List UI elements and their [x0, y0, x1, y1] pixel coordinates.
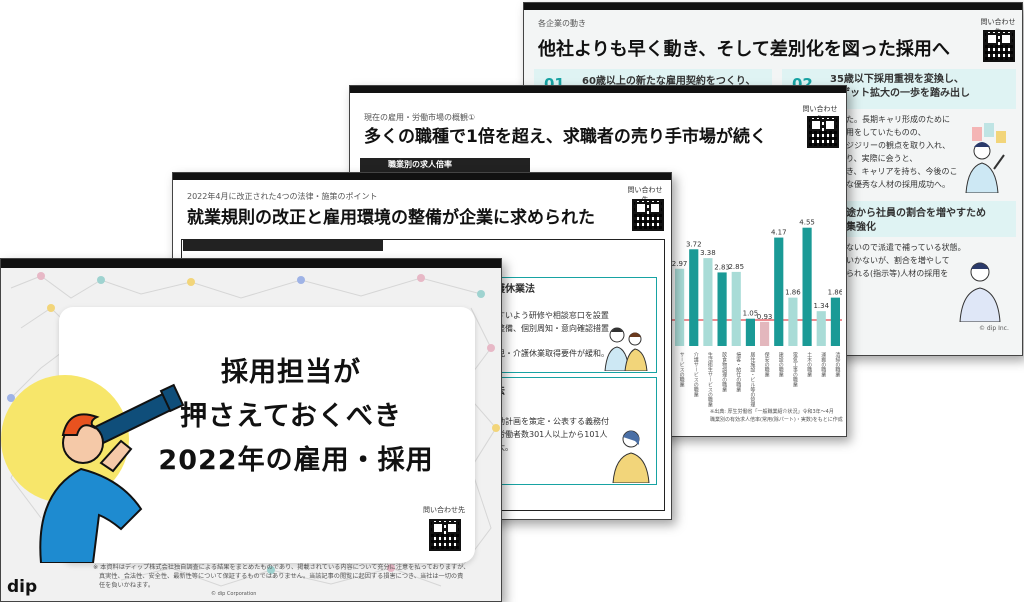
bar-category-label: 電気工事の職業 — [792, 352, 798, 388]
woman-phone-illustration — [612, 430, 650, 483]
bar — [703, 258, 713, 346]
bar-category-label: 飲食物調理の職業 — [721, 351, 727, 393]
slide-crumb: 各企業の動き — [538, 19, 586, 28]
cover-slide: 採用担当が 押さえておくべき 2022年の雇用・採用 問い合わせ先 dip ※ … — [0, 258, 502, 602]
slide-topbar — [350, 86, 846, 93]
panel-02-heading-1: 35歳以下採用重視を変換し、 — [830, 74, 964, 85]
law-box-1-line: やすいよう研修や相談窓口を設置 — [489, 311, 609, 320]
bar — [788, 297, 798, 346]
panel-02-line: ジジリーの観点を取り入れ、 — [846, 141, 951, 150]
bar-category-label: 建設の職業 — [778, 351, 784, 378]
bar-category-label: 生活衛生サービスの職業 — [707, 351, 713, 408]
bar-value-label: 0.93 — [757, 313, 773, 321]
bar-category-label: 保安の職業 — [764, 351, 770, 378]
couple-illustration — [604, 327, 648, 371]
bar-category-label: サービスの職業 — [679, 352, 685, 388]
bar-category-label: 運搬の職業 — [820, 352, 826, 378]
slide-topbar — [173, 173, 671, 180]
panel-02-line: た。長期キャリ形成のために — [846, 115, 950, 124]
job-ratio-bar-chart: 2.97 サービスの職業 3.72 介護サービスの職業 3.38 生活衛生サービスの職業 2… — [672, 219, 842, 408]
cover-disclaimer-1: ※ 本資料はディップ株式会社独自調査による結果をまとめたものであり、掲載されてい… — [93, 564, 470, 571]
slide-title: 他社よりも早く動き、そして差別化を図った採用へ — [538, 39, 950, 60]
panel-02-line: き、キャリアを持ち、今後のこ — [846, 167, 958, 176]
panel-03-heading-2: 集強化 — [846, 222, 876, 233]
bar — [830, 297, 840, 346]
bar — [731, 271, 741, 346]
panel-02-line: 用をしていたものの、 — [846, 128, 926, 137]
panel-02-line: り、実際に会うと、 — [846, 154, 918, 163]
bar-value-label: 1.86 — [785, 289, 801, 297]
slide-title: 多くの職種で1倍を超え、求職者の売り手市場が続く — [364, 127, 767, 147]
cover-footer: © dip Corporation — [211, 591, 257, 597]
chart-area: 2.97 サービスの職業 3.72 介護サービスの職業 3.38 生活衛生サービスの職業 2… — [672, 188, 842, 418]
bar-value-label: 2.85 — [728, 263, 744, 271]
cover-disclaimer-2: 真実性、合法性、安全性、最新性等について保証するものではありません。当該記事の閲… — [99, 573, 464, 580]
qr-code-icon — [632, 199, 664, 231]
bar-value-label: 1.86 — [828, 289, 842, 297]
chart-subhead: 職業別の求人倍率 — [388, 160, 452, 169]
slide-topbar — [1, 259, 501, 268]
telescope-boy-illustration — [1, 375, 185, 563]
bar-category-label: 清掃の職業 — [834, 351, 840, 378]
chart-source-note-1: ※出典: 厚生労働省「一般職業紹介状況」令和3年～4月 — [710, 409, 834, 415]
panel-02-line: な優秀な人材の採用成功へ。 — [846, 180, 950, 189]
law-box-2-line: 行動計画を策定・公表する義務付 — [489, 417, 609, 426]
section-header-bar — [183, 239, 383, 251]
qr-code-icon — [429, 519, 461, 551]
law-box-2-line: る労働者数301人以上から101人 — [489, 430, 608, 439]
bar — [717, 272, 727, 346]
thinking-man-illustration — [959, 262, 1001, 322]
cover-disclaimer-3: 任を負いかねます。 — [99, 582, 155, 589]
panel-03-line: いかないが、割合を増やして — [846, 256, 950, 265]
bar-category-label: 介護サービスの職業 — [693, 352, 699, 398]
chart-subhead-bar: 職業別の求人倍率 — [360, 158, 530, 172]
bar-category-label: 土木の職業 — [806, 351, 812, 378]
bar — [675, 268, 685, 346]
chart-source-note-2: 職業別の有効求人倍率(常用(除パート)・実数)をもとに作成 — [710, 417, 843, 423]
bar-category-label: 居住施設・ビル等の管理 — [749, 352, 755, 407]
bar-value-label: 1.34 — [813, 302, 829, 310]
bar — [689, 249, 699, 346]
contact-label: 問い合わせ先 — [423, 506, 465, 514]
bar — [760, 321, 770, 346]
bar — [745, 318, 755, 346]
slide-title: 就業規則の改正と雇用環境の整備が企業に求められた — [187, 208, 595, 228]
bar-value-label: 4.55 — [799, 219, 815, 227]
slide-topbar — [524, 3, 1022, 10]
qr-code-icon — [807, 116, 839, 148]
panel-03-line: ないので派遣で補っている状態。 — [846, 243, 966, 252]
bar-value-label: 4.17 — [771, 229, 787, 237]
bar-value-label: 3.72 — [686, 240, 702, 248]
panel-03-line: られる(指示等)人材の採用を — [846, 269, 949, 278]
bar-category-label: 接客・給仕の職業 — [735, 351, 741, 393]
panel-02-heading-2: ーゲット拡大の一歩を踏み出し — [830, 88, 970, 99]
qr-code-icon — [983, 30, 1015, 62]
dip-logo: dip — [7, 577, 38, 597]
panel-03-heading-1: 途から社員の割合を増やすため — [846, 208, 986, 219]
bar — [802, 227, 812, 346]
law-box-1-line: 境整備、個別周知・意向確認措置 — [489, 324, 609, 333]
bar — [774, 237, 784, 346]
slide-footer: © dip Inc. — [979, 325, 1009, 332]
business-man-illustration — [965, 123, 1006, 193]
law-box-1-line: 育児・介護休業取得要件が緩和。 — [489, 349, 609, 358]
slide-crumb: 2022年4月に改正された4つの法律・施策のポイント — [187, 192, 378, 201]
bar-value-label: 2.97 — [672, 260, 687, 268]
bar — [816, 311, 826, 346]
bar-value-label: 3.38 — [700, 249, 716, 257]
